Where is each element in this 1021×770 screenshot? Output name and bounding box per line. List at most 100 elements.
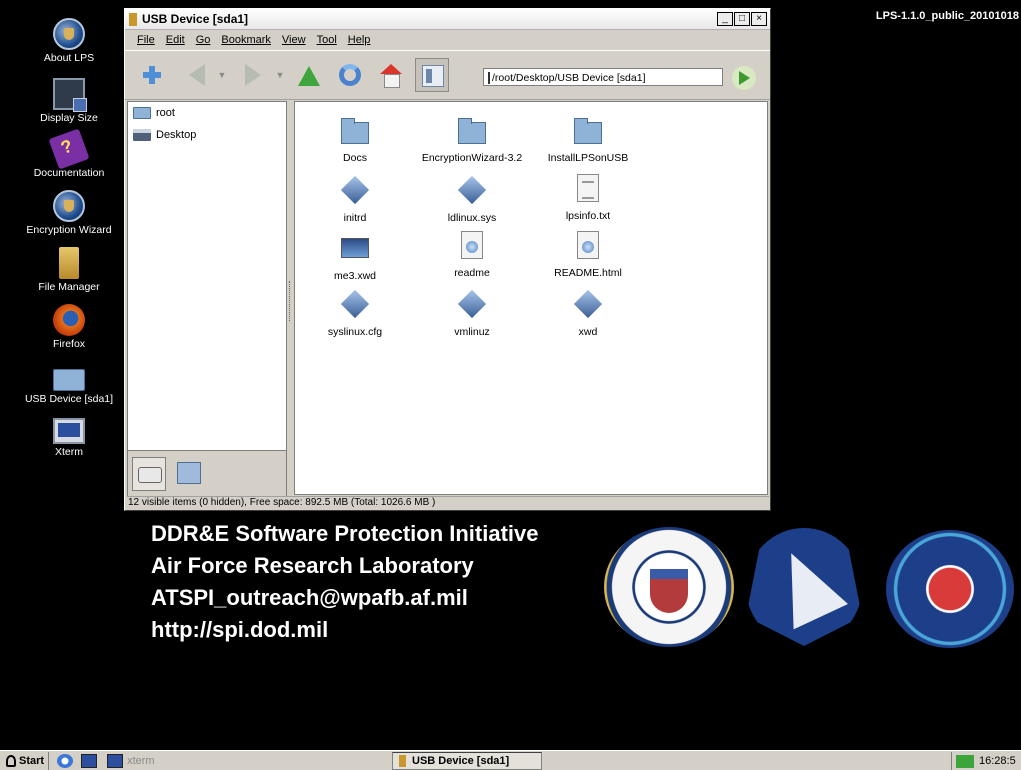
location-text: /root/Desktop/USB Device [sda1] — [492, 72, 646, 84]
menu-bar: File Edit Go Bookmark View Tool Help — [125, 30, 770, 50]
desktop-icon-encryption-wizard[interactable]: Encryption Wizard — [14, 190, 124, 236]
tree-item-label: Desktop — [156, 129, 197, 141]
file-item-syslinux[interactable]: syslinux.cfg — [295, 289, 415, 338]
image-file-icon — [341, 238, 369, 258]
tab-directory-tree[interactable] — [172, 457, 206, 491]
file-item-vmlinuz[interactable]: vmlinuz — [412, 289, 532, 338]
taskbar-item-label: USB Device [sda1] — [412, 755, 510, 767]
desktop-icon-about-lps[interactable]: About LPS — [14, 18, 124, 64]
folder-icon — [133, 107, 151, 119]
file-item-docs[interactable]: Docs — [295, 116, 415, 164]
terminal-quicklaunch-icon[interactable] — [81, 753, 98, 768]
menu-view[interactable]: View — [282, 34, 306, 46]
file-item-xwd[interactable]: xwd — [528, 289, 648, 338]
file-cabinet-icon — [129, 12, 137, 26]
file-name: xwd — [578, 326, 598, 338]
reload-button[interactable] — [333, 58, 367, 92]
menu-bookmark[interactable]: Bookmark — [221, 34, 271, 46]
browser-quicklaunch-icon[interactable] — [57, 753, 74, 768]
desktop-icon-usb-device[interactable]: USB Device [sda1] — [14, 361, 124, 405]
file-item-installlpsonusb[interactable]: InstallLPSonUSB — [528, 116, 648, 164]
back-history-dropdown[interactable]: ▼ — [217, 58, 227, 92]
desktop-icon-documentation[interactable]: Documentation — [14, 128, 124, 179]
folder-icon — [458, 118, 486, 144]
file-item-readme[interactable]: readme — [412, 231, 532, 279]
desktop-icon-label: Firefox — [52, 338, 86, 350]
network-icon[interactable] — [956, 754, 974, 768]
go-button[interactable] — [729, 63, 759, 93]
encryption-seal-icon — [53, 190, 85, 222]
file-name: me3.xwd — [333, 270, 376, 282]
forward-history-dropdown[interactable]: ▼ — [275, 58, 285, 92]
up-button[interactable] — [292, 58, 326, 92]
start-button[interactable]: Start — [0, 751, 50, 770]
file-view: Docs EncryptionWizard-3.2 InstallLPSonUS… — [294, 101, 768, 495]
refresh-icon — [339, 64, 361, 86]
desktop-icon-file-manager[interactable]: File Manager — [14, 247, 124, 293]
side-pane-icon — [422, 65, 444, 87]
menu-go[interactable]: Go — [196, 34, 211, 46]
side-pane: root Desktop — [127, 101, 287, 497]
up-arrow-icon — [298, 64, 320, 86]
binary-file-icon — [340, 175, 370, 205]
file-item-readme-html[interactable]: README.html — [528, 231, 648, 279]
menu-help[interactable]: Help — [348, 34, 371, 46]
tab-places[interactable] — [132, 456, 166, 491]
tree-item-root[interactable]: root — [128, 102, 286, 124]
forward-button[interactable] — [234, 58, 268, 92]
file-item-initrd[interactable]: initrd — [295, 175, 415, 224]
minimize-button[interactable]: _ — [717, 12, 733, 26]
tree-item-desktop[interactable]: Desktop — [128, 124, 286, 146]
folder-icon — [574, 118, 602, 144]
banner-line-afrl: Air Force Research Laboratory — [151, 553, 474, 578]
menu-tool[interactable]: Tool — [317, 34, 337, 46]
file-cabinet-icon — [59, 247, 79, 279]
back-button[interactable] — [176, 58, 210, 92]
new-tab-button[interactable] — [135, 58, 169, 92]
file-name: Docs — [343, 152, 367, 164]
desktop-icon-label: Display Size — [40, 112, 98, 124]
forward-arrow-icon — [245, 64, 267, 86]
atspi-seal-logo — [886, 530, 1014, 648]
maximize-button[interactable]: □ — [734, 12, 750, 26]
xterm-quicklaunch-icon[interactable] — [107, 753, 124, 768]
taskbar-item-usb-device[interactable]: USB Device [sda1] — [392, 752, 542, 770]
desktop-icon-label: Documentation — [33, 167, 105, 179]
location-bar[interactable]: /root/Desktop/USB Device [sda1] — [483, 68, 723, 86]
file-item-lpsinfo[interactable]: lpsinfo.txt — [528, 174, 648, 222]
desktop-icon — [133, 129, 151, 141]
home-button[interactable] — [374, 58, 408, 92]
side-pane-tabs — [128, 450, 286, 496]
xterm-quicklaunch-label[interactable]: xterm — [127, 755, 155, 767]
window-titlebar[interactable]: USB Device [sda1] _ □ × — [125, 9, 770, 30]
lps-seal-icon — [53, 18, 85, 50]
system-tray: 16:28:5 — [951, 752, 1021, 770]
window-title: USB Device [sda1] — [142, 12, 249, 26]
file-item-ldlinux[interactable]: ldlinux.sys — [412, 175, 532, 224]
menu-edit[interactable]: Edit — [166, 34, 185, 46]
monitor-icon — [53, 78, 87, 112]
side-pane-toggle-button[interactable] — [415, 58, 449, 92]
file-cabinet-icon — [399, 755, 406, 767]
desktop-icon-xterm[interactable]: Xterm — [14, 418, 124, 458]
desktop-icon-firefox[interactable]: Firefox — [14, 304, 124, 350]
desktop-icon-display-size[interactable]: Display Size — [14, 78, 124, 124]
drive-icon — [138, 466, 162, 483]
desktop-icon-label: About LPS — [43, 52, 95, 64]
menu-file[interactable]: File — [137, 34, 155, 46]
folder-icon — [177, 461, 201, 484]
status-bar: 12 visible items (0 hidden), Free space:… — [127, 496, 769, 510]
pane-splitter[interactable] — [288, 101, 293, 497]
desktop-icon-label: Xterm — [54, 446, 83, 458]
binary-file-icon — [457, 175, 487, 205]
desktop-icon-label: Encryption Wizard — [26, 224, 112, 236]
file-name: readme — [454, 267, 490, 279]
terminal-icon — [53, 418, 85, 444]
file-name: initrd — [343, 212, 367, 224]
close-button[interactable]: × — [751, 12, 767, 26]
file-item-me3[interactable]: me3.xwd — [295, 234, 415, 282]
banner-line-initiative: DDR&E Software Protection Initiative — [151, 521, 539, 546]
file-name: ldlinux.sys — [447, 212, 497, 224]
banner-line-url: http://spi.dod.mil — [151, 617, 329, 642]
file-item-encryptionwizard[interactable]: EncryptionWizard-3.2 — [412, 116, 532, 164]
